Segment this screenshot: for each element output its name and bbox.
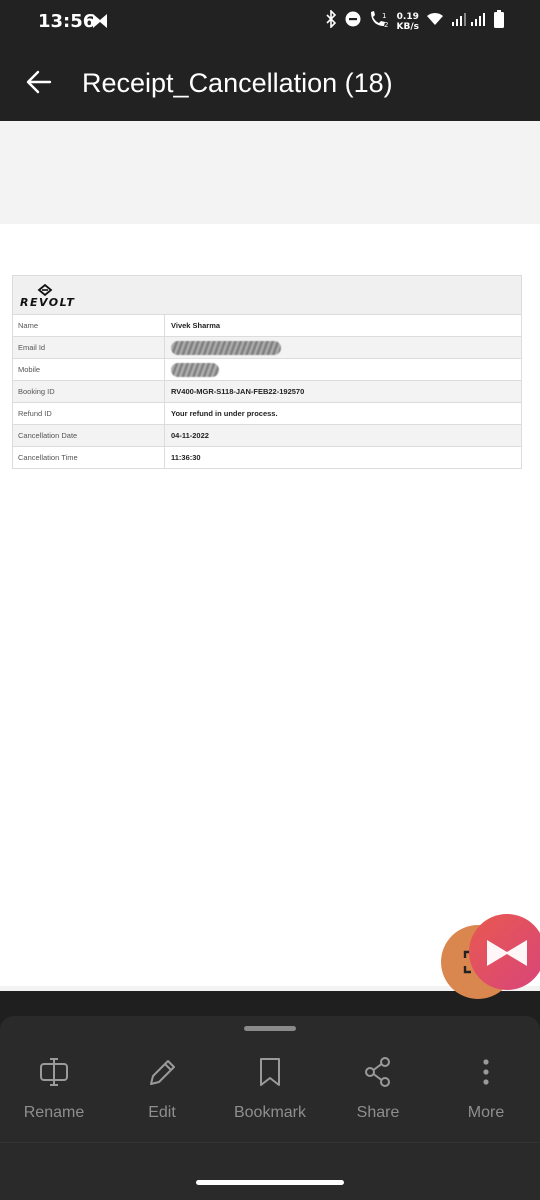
edit-label: Edit xyxy=(148,1104,176,1121)
do-not-disturb-icon xyxy=(345,11,361,32)
table-row-refund-id: Refund ID Your refund in under process. xyxy=(13,403,521,425)
bookmark-icon xyxy=(260,1058,280,1086)
brand-name: REVOLT xyxy=(20,296,76,309)
call-icon: 12 xyxy=(368,10,390,33)
bookmark-button[interactable]: Bookmark xyxy=(216,1056,324,1122)
net-speed-value: 0.19 xyxy=(396,11,419,22)
share-icon xyxy=(365,1057,390,1087)
action-bar: Rename Edit Bookmark Share More xyxy=(0,1056,540,1122)
bubble-m-icon xyxy=(487,940,527,966)
signal-icon xyxy=(451,11,487,32)
table-row-cancellation-date: Cancellation Date 04-11-2022 xyxy=(13,425,521,447)
share-label: Share xyxy=(356,1104,400,1121)
svg-text:1: 1 xyxy=(382,12,386,20)
receipt-table: REVOLT Name Vivek Sharma Email Id Mobile… xyxy=(12,275,522,469)
bottom-sheet: Rename Edit Bookmark Share More xyxy=(0,1016,540,1200)
wifi-icon xyxy=(426,12,444,31)
document-title: Receipt_Cancellation (18) xyxy=(82,68,393,98)
row-label: Name xyxy=(13,315,165,336)
row-value: 11:36:30 xyxy=(171,453,201,462)
more-button[interactable]: More xyxy=(432,1056,540,1122)
row-value: RV400-MGR-S118-JAN-FEB22-192570 xyxy=(171,387,305,396)
table-row-cancellation-time: Cancellation Time 11:36:30 xyxy=(13,447,521,468)
rename-button[interactable]: Rename xyxy=(0,1056,108,1122)
status-time: 13:56 xyxy=(38,11,96,32)
document-viewer[interactable]: REVOLT Name Vivek Sharma Email Id Mobile… xyxy=(0,121,540,991)
app-m-icon xyxy=(92,13,108,34)
battery-icon xyxy=(494,10,504,33)
table-row-mobile: Mobile xyxy=(13,359,521,381)
rename-icon xyxy=(40,1058,68,1086)
redaction-scribble xyxy=(171,340,281,355)
row-label: Booking ID xyxy=(13,381,165,402)
net-speed: 0.19 KB/s xyxy=(397,12,419,32)
svg-text:2: 2 xyxy=(384,21,388,28)
table-row-booking-id: Booking ID RV400-MGR-S118-JAN-FEB22-1925… xyxy=(13,381,521,403)
bluetooth-icon xyxy=(324,9,338,33)
table-row-name: Name Vivek Sharma xyxy=(13,315,521,337)
row-label: Refund ID xyxy=(13,403,165,424)
row-value xyxy=(165,359,521,380)
document-page: REVOLT Name Vivek Sharma Email Id Mobile… xyxy=(0,224,540,986)
redaction-scribble xyxy=(171,362,219,377)
floating-m-button[interactable] xyxy=(469,914,540,990)
row-label: Mobile xyxy=(13,359,165,380)
bookmark-label: Bookmark xyxy=(233,1104,307,1121)
row-label: Cancellation Time xyxy=(13,447,165,468)
share-button[interactable]: Share xyxy=(324,1056,432,1122)
more-vertical-icon xyxy=(483,1059,489,1085)
net-speed-unit: KB/s xyxy=(396,21,419,32)
sheet-divider xyxy=(0,1142,540,1143)
app-bar: Receipt_Cancellation (18) xyxy=(0,44,540,121)
row-label: Email Id xyxy=(13,337,165,358)
row-value: 04-11-2022 xyxy=(171,431,209,440)
home-indicator[interactable] xyxy=(196,1180,344,1185)
row-value: Your refund in under process. xyxy=(171,409,278,418)
status-bar: 13:56 12 0.19 KB/s xyxy=(0,0,540,44)
row-label: Cancellation Date xyxy=(13,425,165,446)
sheet-drag-handle[interactable] xyxy=(244,1026,296,1031)
back-arrow-icon[interactable] xyxy=(26,70,52,99)
more-label: More xyxy=(467,1104,505,1121)
row-value xyxy=(165,337,521,358)
receipt-header: REVOLT xyxy=(13,276,521,315)
pencil-icon xyxy=(150,1060,175,1085)
rename-label: Rename xyxy=(23,1104,85,1121)
row-value: Vivek Sharma xyxy=(171,321,221,330)
edit-button[interactable]: Edit xyxy=(108,1056,216,1122)
table-row-email: Email Id xyxy=(13,337,521,359)
